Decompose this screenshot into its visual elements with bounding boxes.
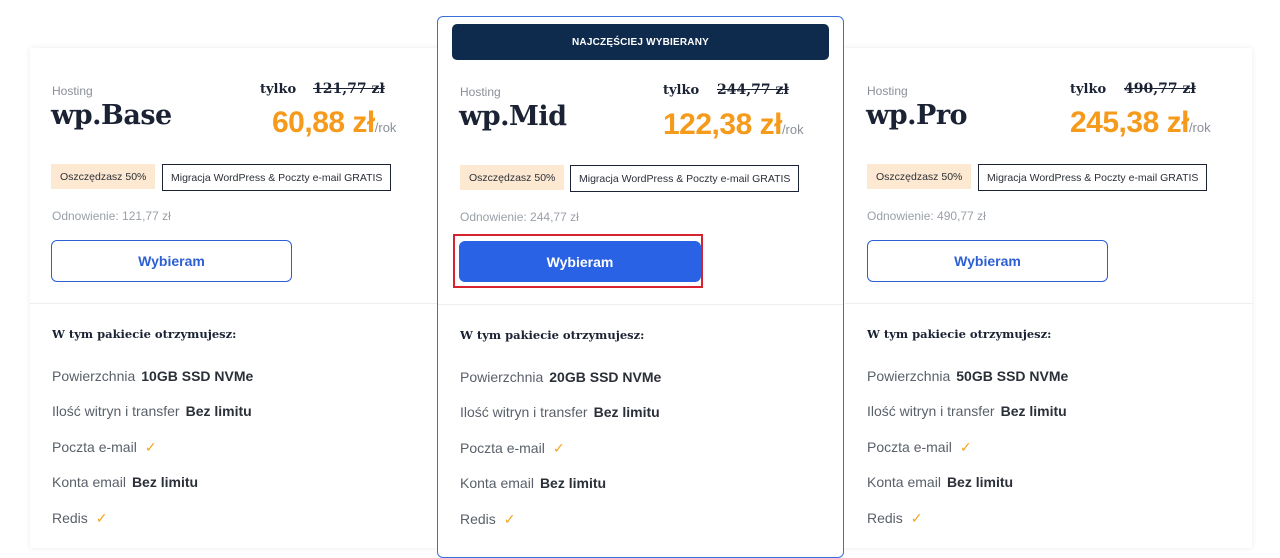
plan-card-pro: Hosting wp.Pro tylko 490,77 zł 245,38 zł…	[845, 48, 1252, 548]
feature-label: Konta email	[460, 475, 534, 491]
feature-storage: Powierzchnia 20GB SSD NVMe	[460, 369, 661, 385]
feature-value: Bez limitu	[539, 475, 607, 491]
renewal-price: Odnowienie: 490,77 zł	[867, 209, 986, 223]
feature-label: Konta email	[867, 474, 941, 490]
select-plan-button[interactable]: Wybieram	[867, 240, 1108, 282]
price-period: /rok	[1188, 120, 1211, 135]
savings-badge: Oszczędzasz 50%	[460, 165, 565, 190]
plan-name: wp.Base	[51, 100, 172, 131]
plan-category: Hosting	[460, 85, 501, 99]
feature-label: Poczta e-mail	[52, 439, 137, 455]
price-value: 60,88 zł	[272, 106, 375, 139]
feature-value: Bez limitu	[131, 474, 199, 490]
select-plan-button[interactable]: Wybieram	[51, 240, 292, 282]
check-icon: ✓	[910, 510, 923, 526]
feature-label: Powierzchnia	[460, 369, 544, 385]
most-chosen-badge: NAJCZĘŚCIEJ WYBIERANY	[452, 24, 829, 60]
feature-label: Poczta e-mail	[867, 439, 952, 455]
plan-price: 245,38 zł/rok	[1070, 106, 1211, 140]
feature-value: Bez limitu	[946, 474, 1014, 490]
plan-card-mid: NAJCZĘŚCIEJ WYBIERANY Hosting wp.Mid tyl…	[437, 16, 844, 558]
only-label: tylko	[663, 83, 700, 98]
old-price: 244,77 zł	[717, 82, 789, 98]
divider	[845, 303, 1252, 304]
feature-sites-transfer: Ilość witryn i transfer Bez limitu	[52, 403, 252, 419]
feature-label: Konta email	[52, 474, 126, 490]
feature-label: Ilość witryn i transfer	[460, 404, 588, 420]
feature-redis: Redis ✓	[52, 510, 108, 527]
plan-price: 60,88 zł/rok	[272, 106, 396, 140]
feature-value: Bez limitu	[1000, 403, 1067, 419]
feature-value: 50GB SSD NVMe	[956, 368, 1069, 384]
feature-value: 10GB SSD NVMe	[141, 368, 254, 384]
feature-sites-transfer: Ilość witryn i transfer Bez limitu	[460, 404, 660, 420]
plan-card-base: Hosting wp.Base tylko 121,77 zł 60,88 zł…	[30, 48, 437, 548]
feature-email: Poczta e-mail ✓	[460, 440, 565, 457]
only-label: tylko	[260, 82, 297, 97]
feature-label: Powierzchnia	[867, 368, 951, 384]
feature-email-accounts: Konta email Bez limitu	[867, 474, 1013, 490]
feature-label: Powierzchnia	[52, 368, 136, 384]
feature-label: Ilość witryn i transfer	[867, 403, 995, 419]
includes-heading: W tym pakiecie otrzymujesz:	[867, 327, 1052, 341]
price-value: 122,38 zł	[663, 108, 782, 141]
migration-badge: Migracja WordPress & Poczty e-mail GRATI…	[162, 164, 392, 191]
price-period: /rok	[781, 122, 804, 137]
check-icon: ✓	[959, 439, 972, 455]
select-plan-button[interactable]: Wybieram	[459, 241, 701, 282]
feature-label: Ilość witryn i transfer	[52, 403, 180, 419]
feature-email-accounts: Konta email Bez limitu	[52, 474, 198, 490]
divider	[30, 303, 437, 304]
feature-email: Poczta e-mail ✓	[52, 439, 157, 456]
check-icon: ✓	[95, 510, 108, 526]
feature-redis: Redis ✓	[460, 511, 516, 528]
migration-badge: Migracja WordPress & Poczty e-mail GRATI…	[978, 164, 1208, 191]
old-price: 121,77 zł	[313, 81, 385, 97]
savings-badge: Oszczędzasz 50%	[867, 164, 972, 189]
feature-label: Poczta e-mail	[460, 440, 545, 456]
plan-category: Hosting	[52, 84, 93, 98]
feature-label: Redis	[460, 511, 496, 527]
feature-email-accounts: Konta email Bez limitu	[460, 475, 606, 491]
only-label: tylko	[1070, 82, 1107, 97]
plan-category: Hosting	[867, 84, 908, 98]
divider	[438, 304, 843, 305]
feature-storage: Powierzchnia 10GB SSD NVMe	[52, 368, 253, 384]
check-icon: ✓	[503, 511, 516, 527]
price-period: /rok	[374, 120, 397, 135]
feature-sites-transfer: Ilość witryn i transfer Bez limitu	[867, 403, 1067, 419]
plan-name: wp.Mid	[459, 101, 567, 132]
price-value: 245,38 zł	[1070, 106, 1189, 139]
feature-label: Redis	[52, 510, 88, 526]
feature-email: Poczta e-mail ✓	[867, 439, 972, 456]
renewal-price: Odnowienie: 244,77 zł	[460, 210, 579, 224]
feature-redis: Redis ✓	[867, 510, 923, 527]
renewal-price: Odnowienie: 121,77 zł	[52, 209, 171, 223]
plan-name: wp.Pro	[866, 100, 968, 131]
feature-value: 20GB SSD NVMe	[549, 369, 662, 385]
check-icon: ✓	[144, 439, 157, 455]
check-icon: ✓	[552, 440, 565, 456]
feature-storage: Powierzchnia 50GB SSD NVMe	[867, 368, 1068, 384]
includes-heading: W tym pakiecie otrzymujesz:	[460, 328, 645, 342]
feature-label: Redis	[867, 510, 903, 526]
migration-badge: Migracja WordPress & Poczty e-mail GRATI…	[570, 165, 800, 192]
feature-value: Bez limitu	[185, 403, 252, 419]
feature-value: Bez limitu	[593, 404, 660, 420]
plan-price: 122,38 zł/rok	[663, 108, 804, 142]
includes-heading: W tym pakiecie otrzymujesz:	[52, 327, 237, 341]
old-price: 490,77 zł	[1124, 81, 1196, 97]
savings-badge: Oszczędzasz 50%	[51, 164, 156, 189]
